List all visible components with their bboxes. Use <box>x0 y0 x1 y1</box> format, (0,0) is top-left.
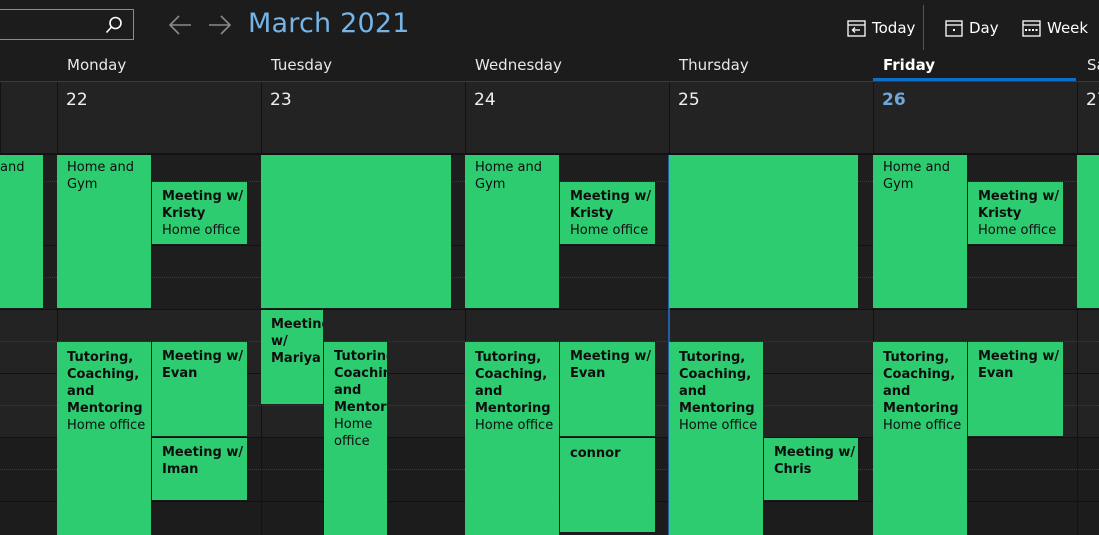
calendar-week-icon <box>1022 20 1041 37</box>
event-location: Home office <box>162 223 241 238</box>
event-location: Home office <box>334 417 373 449</box>
arrow-right-icon[interactable] <box>207 12 233 38</box>
event-title: Home and Gym <box>475 160 542 192</box>
event-location: Home office <box>978 223 1057 238</box>
event-title: Meeting w/ Evan <box>162 349 244 381</box>
day-name-monday: Monday <box>67 56 127 74</box>
event-title: Tutoring, Coaching, and Mentoring <box>679 350 755 416</box>
event-meeting-chris-thursday[interactable]: Meeting w/ Chris <box>764 438 858 500</box>
arrow-left-icon[interactable] <box>167 12 193 38</box>
event-tutoring-monday[interactable]: Tutoring, Coaching, and Mentoring Home o… <box>57 342 151 535</box>
date-cell-sunday[interactable] <box>0 82 57 154</box>
event-title: Tutoring, Coaching, and Mentoring <box>883 350 959 416</box>
week-view-button[interactable]: Week <box>1022 14 1088 42</box>
day-name-friday: Friday <box>883 56 936 74</box>
event-title: Meeting w/ Evan <box>570 349 652 381</box>
date-number-22: 22 <box>66 90 88 110</box>
day-name-thursday: Thursday <box>679 56 749 74</box>
event-title: Meeting w/ Evan <box>978 349 1060 381</box>
event-title: Meeting w/ Kristy <box>162 189 244 221</box>
event-meeting-evan-wednesday[interactable]: Meeting w/ Evan <box>560 342 655 436</box>
week-label: Week <box>1047 19 1089 37</box>
day-label: Day <box>969 19 999 37</box>
event-title: Meeting w/ Kristy <box>978 189 1060 221</box>
event-meeting-iman-monday[interactable]: Meeting w/ Iman <box>152 438 247 500</box>
date-number-27: 27 <box>1086 90 1099 110</box>
event-meeting-evan-friday[interactable]: Meeting w/ Evan <box>968 342 1063 436</box>
date-number-24: 24 <box>474 90 496 110</box>
event-title: Home and Gym <box>67 160 134 192</box>
event-title: connor <box>570 446 621 461</box>
event-title: Meeting w/ Mariya <box>271 317 323 366</box>
event-title: Meeting w/ Iman <box>162 445 244 477</box>
event-block-saturday[interactable] <box>1077 155 1099 308</box>
event-location: Home office <box>883 418 962 433</box>
event-tutoring-wednesday[interactable]: Tutoring, Coaching, and Mentoring Home o… <box>465 342 559 535</box>
event-block-tuesday[interactable] <box>261 155 451 308</box>
event-block-thursday[interactable] <box>669 155 858 308</box>
event-tutoring-tuesday[interactable]: Tutoring, Coaching, and Mentoring Home o… <box>324 342 387 535</box>
day-name-wednesday: Wednesday <box>475 56 562 74</box>
event-title: Tutoring, Coaching, and Mentoring <box>67 350 143 416</box>
event-home-gym-wednesday[interactable]: Home and Gym <box>465 155 559 308</box>
day-view-button[interactable]: Day <box>945 14 999 42</box>
calendar-today-icon <box>847 20 866 37</box>
event-title: Tutoring, Coaching, and Mentoring <box>475 350 551 416</box>
month-title[interactable]: March 2021 <box>248 8 410 39</box>
event-home-gym-friday[interactable]: Home and Gym <box>873 155 967 308</box>
event-title: Home and Gym <box>883 160 950 192</box>
day-name-tuesday: Tuesday <box>271 56 333 74</box>
date-number-23: 23 <box>270 90 292 110</box>
event-meeting-kristy-wednesday[interactable]: Meeting w/ Kristy Home office <box>560 182 655 244</box>
date-number-25: 25 <box>678 90 700 110</box>
event-meeting-kristy-monday[interactable]: Meeting w/ Kristy Home office <box>152 182 247 244</box>
event-title: and <box>0 160 25 175</box>
today-button[interactable]: Today <box>847 14 915 42</box>
calendar-toolbar: March 2021 Today Day Week <box>0 0 1099 52</box>
event-meeting-evan-monday[interactable]: Meeting w/ Evan <box>152 342 247 436</box>
date-number-26: 26 <box>882 90 906 110</box>
event-location: Home office <box>67 418 146 433</box>
event-title: Tutoring, Coaching, and Mentoring <box>334 349 387 415</box>
event-home-gym-monday[interactable]: Home and Gym <box>57 155 151 308</box>
event-connor-wednesday[interactable]: connor <box>560 438 655 532</box>
event-meeting-kristy-friday[interactable]: Meeting w/ Kristy Home office <box>968 182 1063 244</box>
event-title: Meeting w/ Kristy <box>570 189 652 221</box>
today-label: Today <box>872 19 916 37</box>
event-title: Meeting w/ Chris <box>774 445 856 477</box>
search-box[interactable] <box>0 9 134 40</box>
day-name-saturday: Sa <box>1087 56 1099 74</box>
event-tutoring-thursday[interactable]: Tutoring, Coaching, and Mentoring Home o… <box>669 342 763 535</box>
event-meeting-mariya-tuesday[interactable]: Meeting w/ Mariya <box>261 310 323 404</box>
event-home-gym-sunday[interactable]: and <box>0 155 43 308</box>
calendar-day-icon <box>945 20 963 37</box>
event-location: Home office <box>570 223 649 238</box>
event-tutoring-friday[interactable]: Tutoring, Coaching, and Mentoring Home o… <box>873 342 967 535</box>
search-icon[interactable] <box>105 16 123 34</box>
event-location: Home office <box>475 418 554 433</box>
event-location: Home office <box>679 418 758 433</box>
toolbar-divider <box>923 5 924 50</box>
